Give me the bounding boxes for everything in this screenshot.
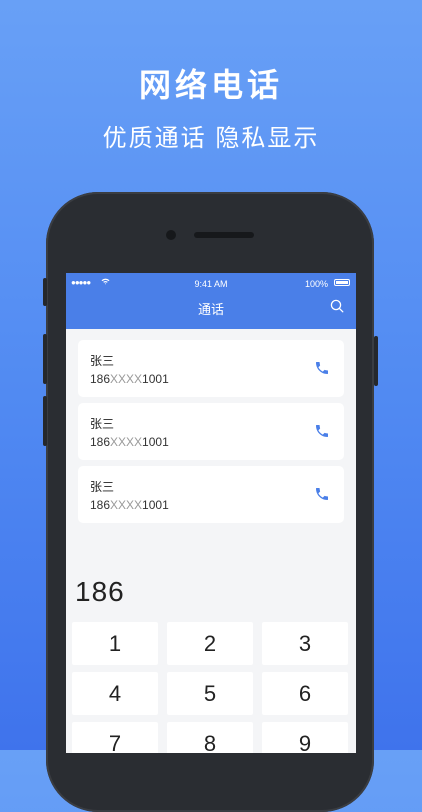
dial-input[interactable]: 186 xyxy=(75,576,125,608)
dial-key-1[interactable]: 1 xyxy=(72,622,158,665)
contact-card[interactable]: 张三 186XXXX1001 xyxy=(78,466,344,523)
call-icon[interactable] xyxy=(314,360,330,376)
phone-side-button xyxy=(43,396,47,446)
dial-key-7[interactable]: 7 xyxy=(72,722,158,753)
dial-key-6[interactable]: 6 xyxy=(262,672,348,715)
dial-key-4[interactable]: 4 xyxy=(72,672,158,715)
speaker xyxy=(194,232,254,238)
camera xyxy=(166,230,176,240)
phone-screen: ●●●●● 9:41 AM 100% 通话 张三 186XXXX1001 张三 … xyxy=(66,273,356,753)
contact-card[interactable]: 张三 186XXXX1001 xyxy=(78,403,344,460)
contact-card[interactable]: 张三 186XXXX1001 xyxy=(78,340,344,397)
phone-side-button xyxy=(43,334,47,384)
contact-number: 186XXXX1001 xyxy=(90,372,169,386)
contact-number: 186XXXX1001 xyxy=(90,498,169,512)
battery-icon xyxy=(334,279,350,286)
dial-key-2[interactable]: 2 xyxy=(167,622,253,665)
status-bar: ●●●●● 9:41 AM 100% xyxy=(66,273,356,293)
phone-side-button xyxy=(374,336,378,386)
dial-key-5[interactable]: 5 xyxy=(167,672,253,715)
contact-name: 张三 xyxy=(90,480,115,494)
dial-key-3[interactable]: 3 xyxy=(262,622,348,665)
page-title: 通话 xyxy=(197,302,224,317)
app-bar: ●●●●● 9:41 AM 100% 通话 xyxy=(66,273,356,329)
contact-name: 张三 xyxy=(90,417,115,431)
call-icon[interactable] xyxy=(314,486,330,502)
contact-number: 186XXXX1001 xyxy=(90,435,169,449)
call-icon[interactable] xyxy=(314,423,330,439)
dial-key-8[interactable]: 8 xyxy=(167,722,253,753)
contact-name: 张三 xyxy=(90,354,115,368)
search-icon[interactable] xyxy=(330,299,344,313)
battery-percent: 100% xyxy=(304,279,328,289)
headline: 网络电话 xyxy=(138,67,283,103)
subline: 优质通话 隐私显示 xyxy=(102,125,320,152)
phone-side-button xyxy=(43,278,47,306)
dial-key-9[interactable]: 9 xyxy=(262,722,348,753)
